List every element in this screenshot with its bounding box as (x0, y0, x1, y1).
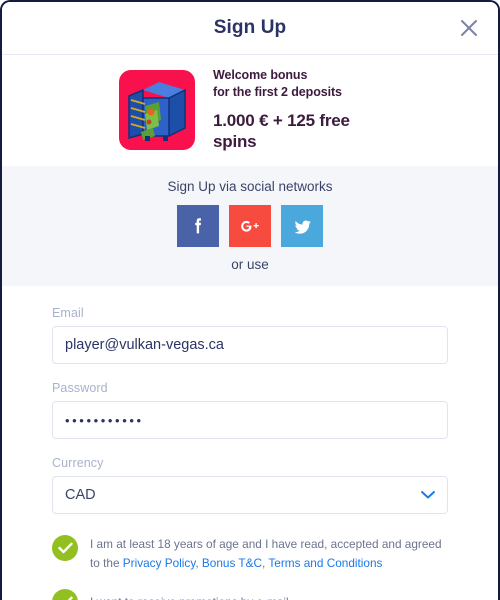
signup-modal: Sign Up Welcome bonus for the first 2 de… (0, 0, 500, 600)
password-label: Password (52, 381, 108, 396)
bonus-line-2: for the first 2 deposits (213, 84, 342, 99)
password-field-group: Password (52, 381, 448, 440)
or-use-label: or use (231, 257, 269, 273)
email-input[interactable] (52, 326, 448, 365)
terms-and-conditions-link[interactable]: Terms and Conditions (268, 556, 382, 570)
close-icon (459, 18, 479, 38)
checkbox-promotions[interactable] (52, 588, 78, 600)
consent-text-promotions: I want to receive promotions by e-mail. (90, 592, 292, 600)
currency-field-group: Currency CAD (52, 456, 448, 515)
twitter-signup-button[interactable] (281, 205, 323, 248)
safe-vault-bonus-image (119, 69, 195, 150)
social-signup-section: Sign Up via social networks or use (2, 166, 498, 287)
facebook-signup-button[interactable] (177, 205, 219, 248)
page-title: Sign Up (213, 17, 287, 38)
close-button[interactable] (454, 13, 484, 43)
bonus-text: Welcome bonus for the first 2 deposits 1… (213, 67, 381, 152)
consent-section: I am at least 18 years of age and I have… (2, 531, 498, 600)
social-heading: Sign Up via social networks (167, 179, 333, 195)
facebook-icon (187, 215, 209, 237)
bonus-amount: 1.000 € + 125 free spins (213, 110, 350, 151)
currency-label: Currency (52, 456, 104, 471)
check-icon (58, 596, 73, 600)
checkbox-age-terms[interactable] (52, 535, 78, 562)
google-plus-signup-button[interactable] (229, 205, 271, 248)
email-field-group: Email (52, 306, 448, 365)
consent-row-promotions: I want to receive promotions by e-mail. (52, 588, 448, 600)
privacy-policy-link[interactable]: Privacy Policy (123, 556, 196, 570)
consent-row-age-terms: I am at least 18 years of age and I have… (52, 534, 448, 572)
currency-select[interactable]: CAD (52, 476, 448, 515)
currency-selected-value: CAD (65, 487, 96, 504)
bonus-tc-link[interactable]: Bonus T&C (202, 556, 262, 570)
bonus-line-1: Welcome bonus (213, 68, 308, 82)
bonus-banner: Welcome bonus for the first 2 deposits 1… (2, 55, 498, 167)
google-plus-icon (238, 215, 262, 237)
check-icon (57, 542, 73, 554)
signup-form: Email Password Currency CAD (2, 286, 498, 515)
modal-header: Sign Up (2, 2, 498, 55)
social-buttons (2, 205, 498, 248)
twitter-icon (291, 216, 314, 237)
consent-text-age-terms: I am at least 18 years of age and I have… (90, 534, 448, 572)
password-input[interactable] (52, 401, 448, 440)
email-label: Email (52, 306, 84, 321)
